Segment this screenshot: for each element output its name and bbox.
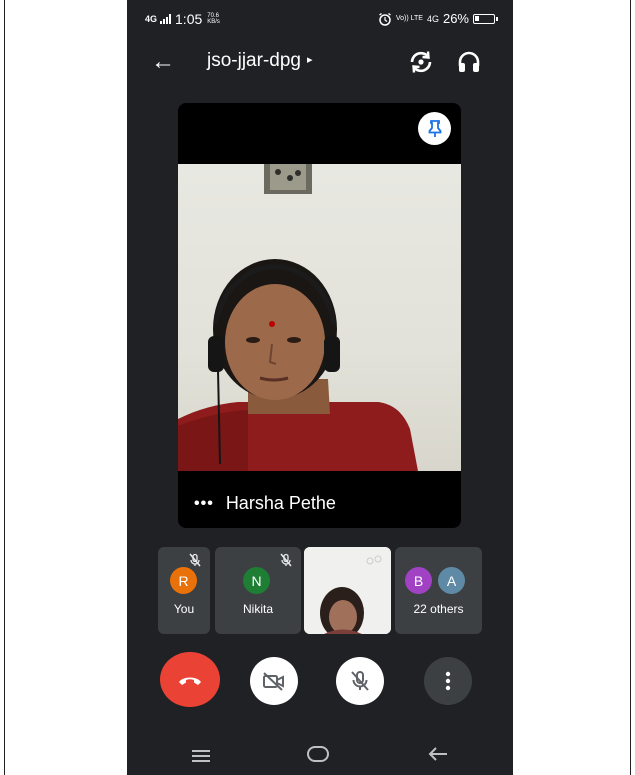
- call-controls: [127, 652, 513, 710]
- battery-fill: [475, 15, 479, 21]
- participant-tile-you[interactable]: R You: [158, 547, 210, 634]
- pin-button[interactable]: [418, 112, 451, 145]
- caret-right-icon: ▸: [306, 54, 313, 66]
- page-border-right: [630, 0, 631, 775]
- participant-video-image: [304, 547, 391, 634]
- volte-indicator: Vo)) LTE: [395, 15, 423, 22]
- headphones-icon[interactable]: [456, 49, 482, 75]
- meeting-code-button[interactable]: jso-jjar-dpg ▸: [207, 50, 313, 72]
- page-border-left: [4, 0, 5, 775]
- participant-label-you: You: [173, 602, 195, 616]
- participant-tile-video[interactable]: [304, 547, 391, 634]
- signal-icon: [160, 14, 172, 24]
- network-speed: 70.6 KB/s: [207, 13, 220, 25]
- avatar-b: B: [405, 567, 432, 594]
- avatar-a: A: [438, 567, 465, 594]
- camera-toggle-button[interactable]: [250, 657, 298, 705]
- recents-menu-icon[interactable]: [191, 749, 211, 763]
- phone-screen: 4G 1:05 70.6 KB/s Vo)) LTE 4G 26% ← jso-j…: [127, 0, 513, 775]
- back-nav-icon[interactable]: [428, 747, 448, 761]
- speaker-name-bar: ••• Harsha Pethe: [194, 493, 336, 514]
- more-vert-icon: [445, 671, 451, 691]
- participant-tile-nikita[interactable]: N Nikita: [215, 547, 301, 634]
- main-speaker-tile[interactable]: ••• Harsha Pethe: [178, 103, 461, 528]
- battery-icon: [473, 13, 498, 24]
- system-nav-bar: [127, 735, 513, 775]
- participant-label-others: 22 others: [413, 602, 464, 616]
- mic-toggle-button[interactable]: [336, 657, 384, 705]
- status-bar: 4G 1:05 70.6 KB/s Vo)) LTE 4G 26%: [127, 0, 513, 36]
- clock: 1:05: [175, 11, 203, 27]
- more-options-icon[interactable]: •••: [194, 495, 214, 513]
- status-right: Vo)) LTE 4G 26%: [378, 11, 498, 26]
- mic-off-icon: [351, 671, 369, 691]
- home-icon[interactable]: [306, 745, 330, 763]
- phone-hangup-icon: [179, 677, 201, 685]
- speed-unit: KB/s: [207, 19, 220, 25]
- speaker-name: Harsha Pethe: [225, 493, 336, 513]
- avatar-nikita: N: [243, 567, 270, 594]
- speaker-video-image: [178, 164, 418, 471]
- mic-off-icon: [280, 553, 292, 567]
- pin-icon: [428, 119, 441, 137]
- camera-off-icon: [263, 672, 284, 691]
- network-indicator-2: 4G: [426, 13, 439, 24]
- speaker-video: [178, 164, 461, 471]
- switch-camera-icon[interactable]: [407, 48, 435, 76]
- end-call-button[interactable]: [160, 652, 220, 707]
- battery-percent: 26%: [442, 11, 469, 26]
- avatar-you: R: [170, 567, 197, 594]
- status-left: 4G 1:05 70.6 KB/s: [145, 11, 220, 27]
- more-options-button[interactable]: [424, 657, 472, 705]
- participant-tile-others[interactable]: B A 22 others: [395, 547, 482, 634]
- back-arrow-icon[interactable]: ←: [151, 48, 175, 76]
- mic-off-icon: [189, 553, 201, 567]
- alarm-icon: [378, 12, 391, 26]
- network-indicator: 4G: [145, 14, 158, 24]
- meeting-code: jso-jjar-dpg: [207, 50, 301, 71]
- participant-strip: R You N Nikita B A 22 others: [158, 547, 482, 634]
- participant-label-nikita: Nikita: [242, 602, 273, 616]
- meeting-header: ← jso-jjar-dpg ▸: [127, 42, 513, 82]
